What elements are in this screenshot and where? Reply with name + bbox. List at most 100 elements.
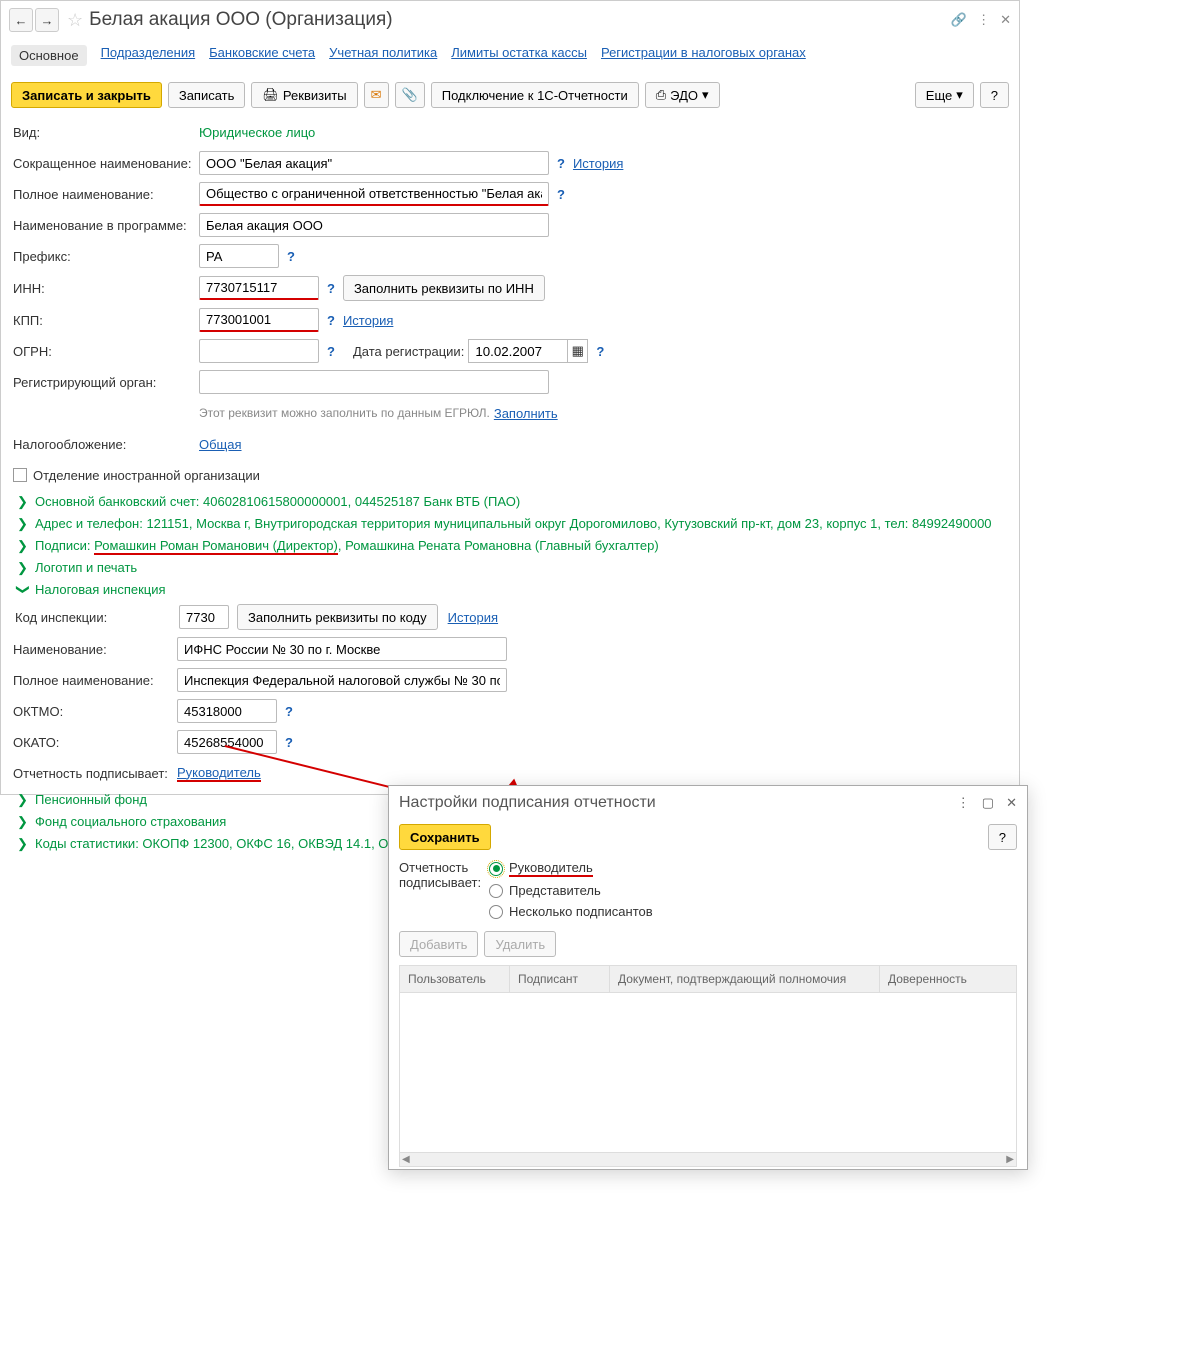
tab-divisions[interactable]: Подразделения [101,45,196,66]
add-button[interactable]: Добавить [399,931,478,957]
radio-multiple[interactable] [489,905,503,919]
table-header: Пользователь Подписант Документ, подтвер… [399,965,1017,993]
popup-signer-label-2: подписывает: [399,875,479,890]
link-icon[interactable]: 🔗 [951,12,967,28]
egrul-fill-link[interactable]: Заполнить [494,406,558,421]
prog-name-input[interactable] [199,213,549,237]
help-icon[interactable]: ? [557,187,565,202]
kebab-menu-icon[interactable]: ⋮ [977,12,990,28]
attach-button[interactable]: 📎 [395,82,425,108]
requisites-button[interactable]: 🖨Реквизиты [251,82,357,108]
col-signer: Подписант [510,966,610,992]
chevron-down-icon: ▾ [702,87,709,103]
maximize-icon[interactable]: ▢ [982,795,994,811]
tab-main[interactable]: Основное [11,45,87,66]
group-signatures[interactable]: ❯Подписи: Ромашкин Роман Романович (Дире… [13,538,1007,554]
reg-org-input[interactable] [199,370,549,394]
chevron-down-icon: ❯ [15,584,31,596]
popup-help-button[interactable]: ? [988,824,1017,850]
inn-label: ИНН: [13,281,199,296]
kpp-label: КПП: [13,313,199,328]
popup-header: Настройки подписания отчетности ⋮ ▢ ✕ [389,786,1027,820]
chevron-right-icon: ❯ [17,538,29,554]
group-logo-stamp[interactable]: ❯Логотип и печать [13,560,1007,576]
col-doc: Документ, подтверждающий полномочия [610,966,880,992]
help-icon[interactable]: ? [285,735,293,750]
inn-input[interactable] [199,276,319,300]
scroll-right-icon[interactable]: ▶ [1006,1154,1014,1165]
nav-forward-button[interactable]: → [35,8,59,32]
ogrn-input[interactable] [199,339,319,363]
fill-by-code-button[interactable]: Заполнить реквизиты по коду [237,604,438,630]
nav-back-button[interactable]: ← [9,8,33,32]
chevron-right-icon: ❯ [17,836,29,852]
radio-multiple-label: Несколько подписантов [509,904,653,919]
oktmo-input[interactable] [177,699,277,723]
radio-representative[interactable] [489,884,503,898]
tab-bank-accounts[interactable]: Банковские счета [209,45,315,66]
tab-accounting-policy[interactable]: Учетная политика [329,45,437,66]
close-icon[interactable]: ✕ [1000,12,1011,28]
reg-date-input[interactable] [468,339,568,363]
scroll-left-icon[interactable]: ◀ [402,1154,410,1165]
help-icon[interactable]: ? [327,281,335,296]
history-link[interactable]: История [343,313,393,328]
edo-button[interactable]: ⎙ЭДО ▾ [645,82,720,108]
help-icon[interactable]: ? [287,249,295,264]
popup-save-button[interactable]: Сохранить [399,824,491,850]
save-button[interactable]: Записать [168,82,246,108]
help-icon[interactable]: ? [327,344,335,359]
calendar-icon[interactable]: ▦ [568,339,588,363]
chevron-right-icon: ❯ [17,494,29,510]
tab-tax-registrations[interactable]: Регистрации в налоговых органах [601,45,806,66]
save-close-button[interactable]: Записать и закрыть [11,82,162,108]
more-button[interactable]: Еще ▾ [915,82,974,108]
history-link[interactable]: История [448,610,498,625]
form-area: Вид: Юридическое лицо Сокращенное наимен… [1,118,1019,860]
radio-leader[interactable] [489,862,503,876]
insp-code-label: Код инспекции: [15,610,179,625]
close-icon[interactable]: ✕ [1006,795,1017,811]
kind-value: Юридическое лицо [199,125,315,140]
kebab-menu-icon[interactable]: ⋮ [957,795,970,811]
help-icon[interactable]: ? [557,156,565,171]
group-tax-inspection[interactable]: ❯Налоговая инспекция [13,582,1007,598]
favorite-icon[interactable]: ☆ [67,10,83,31]
radio-representative-label: Представитель [509,883,601,898]
prog-name-label: Наименование в программе: [13,218,199,233]
taxation-link[interactable]: Общая [199,437,242,452]
reporting-signer-link[interactable]: Руководитель [177,765,261,782]
history-link[interactable]: История [573,156,623,171]
kpp-input[interactable] [199,308,319,332]
col-proxy: Доверенность [880,966,1016,992]
reg-org-label: Регистрирующий орган: [13,375,199,390]
page-title: Белая акация ООО (Организация) [89,9,392,31]
okato-input[interactable] [177,730,277,754]
insp-code-input[interactable] [179,605,229,629]
popup-title: Настройки подписания отчетности [399,794,656,812]
mail-icon: ✉ [371,87,382,103]
insp-full-name-input[interactable] [177,668,507,692]
foreign-branch-checkbox[interactable] [13,468,27,482]
insp-full-name-label: Полное наименование: [13,673,177,688]
help-icon[interactable]: ? [285,704,293,719]
tab-cash-limits[interactable]: Лимиты остатка кассы [451,45,587,66]
table-body [399,993,1017,1153]
reporting-signer-label: Отчетность подписывает: [13,766,177,781]
help-icon[interactable]: ? [596,344,604,359]
connect-1c-button[interactable]: Подключение к 1С-Отчетности [431,82,639,108]
group-address-phone[interactable]: ❯Адрес и телефон: 121151, Москва г, Внут… [13,516,1007,532]
help-button[interactable]: ? [980,82,1009,108]
short-name-input[interactable] [199,151,549,175]
oktmo-label: ОКТМО: [13,704,177,719]
group-bank-account[interactable]: ❯Основной банковский счет: 4060281061580… [13,494,1007,510]
mail-button[interactable]: ✉ [364,82,389,108]
prefix-input[interactable] [199,244,279,268]
delete-button[interactable]: Удалить [484,931,556,957]
horizontal-scrollbar[interactable]: ◀ ▶ [399,1153,1017,1167]
window-header: ← → ☆ Белая акация ООО (Организация) 🔗 ⋮… [1,1,1019,39]
help-icon[interactable]: ? [327,313,335,328]
fill-by-inn-button[interactable]: Заполнить реквизиты по ИНН [343,275,545,301]
insp-name-input[interactable] [177,637,507,661]
full-name-input[interactable] [199,182,549,206]
